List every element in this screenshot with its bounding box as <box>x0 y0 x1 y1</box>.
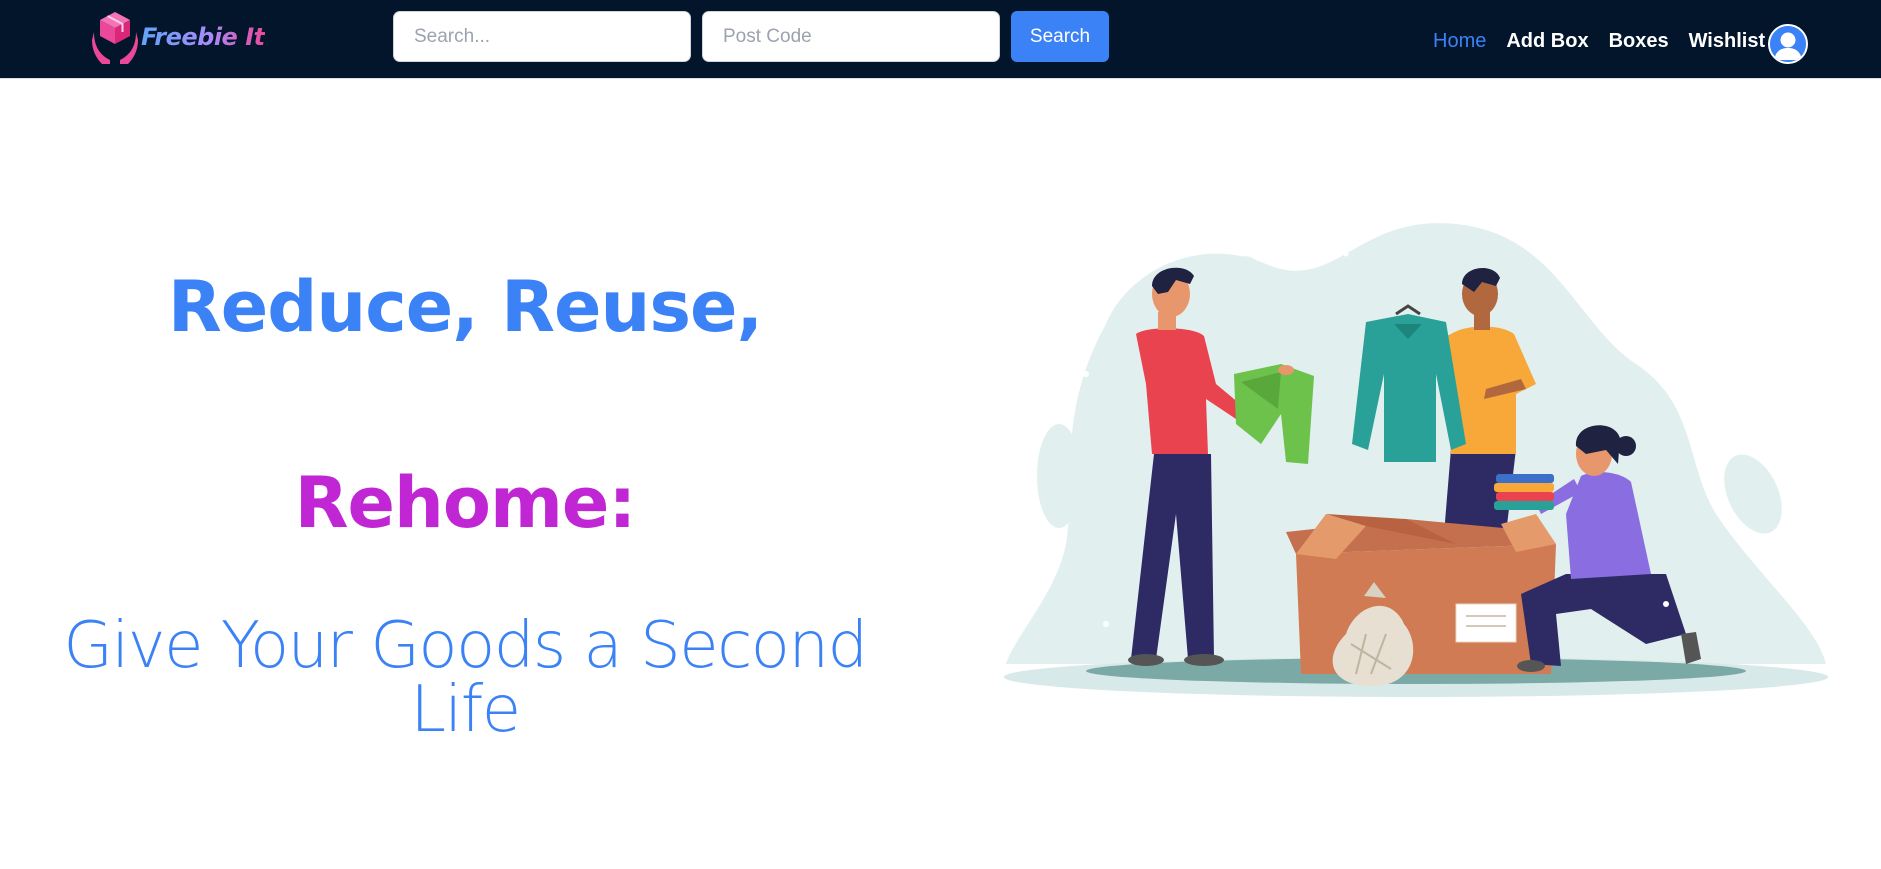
search-input[interactable] <box>393 11 691 62</box>
nav-link-boxes[interactable]: Boxes <box>1609 30 1669 53</box>
box-in-hands-icon <box>92 12 138 64</box>
nav-link-wishlist[interactable]: Wishlist <box>1689 30 1766 53</box>
postcode-input[interactable] <box>702 11 1000 62</box>
hero-headline-line1: Reduce, Reuse, <box>167 266 763 348</box>
search-button[interactable]: Search <box>1011 11 1109 62</box>
nav-link-add-box[interactable]: Add Box <box>1506 30 1588 53</box>
nav-links: Home Add Box Boxes Wishlist <box>1433 30 1785 53</box>
brand-logo-link[interactable]: Freebie It <box>92 10 265 64</box>
navbar: Freebie It Search Home Add Box Boxes Wis… <box>0 0 1881 79</box>
user-avatar-icon <box>1770 26 1806 62</box>
user-avatar-button[interactable] <box>1768 24 1808 64</box>
nav-link-home[interactable]: Home <box>1433 30 1486 53</box>
hero-headline-line2: Rehome: <box>294 462 637 544</box>
brand-name: Freebie It <box>141 23 265 51</box>
people-sharing-clothes-illustration <box>1004 223 1828 697</box>
hero-subtitle: Give Your Goods a Second Life <box>63 609 868 747</box>
